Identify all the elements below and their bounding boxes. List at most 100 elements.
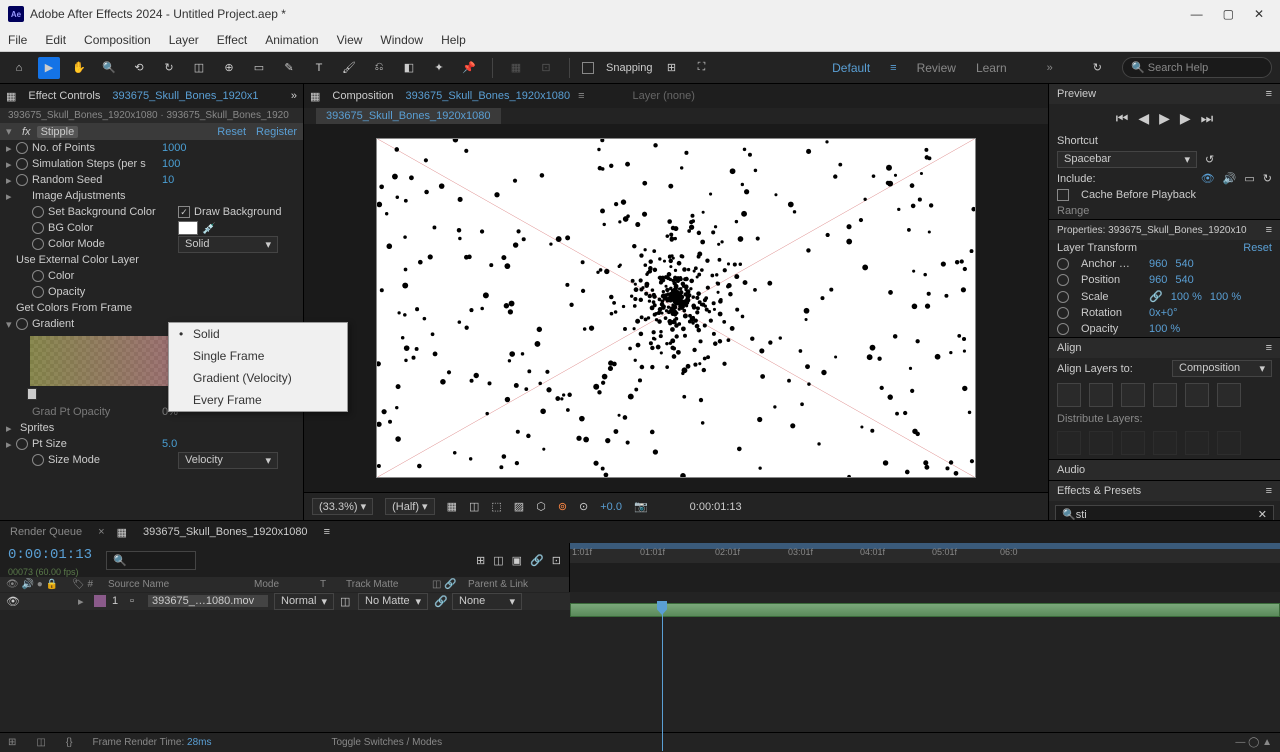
draw-bg-checkbox[interactable] <box>178 206 190 218</box>
color-mode-dropdown[interactable]: Solid▾ <box>178 236 278 253</box>
dropdown-item-gradient-velocity[interactable]: Gradient (Velocity) <box>169 367 347 389</box>
stopwatch-icon[interactable] <box>16 142 28 154</box>
stopwatch-icon[interactable] <box>32 206 44 218</box>
comp-subtab[interactable]: 393675_Skull_Bones_1920x1080 <box>316 108 501 124</box>
playhead[interactable] <box>662 601 663 751</box>
col-track-matte[interactable]: Track Matte <box>346 579 426 590</box>
selection-tool-icon[interactable]: ▶ <box>38 57 60 79</box>
layer-matte-dropdown[interactable]: No Matte▾ <box>358 593 428 610</box>
status-icon[interactable]: ⊞ <box>8 737 16 748</box>
menu-window[interactable]: Window <box>380 33 423 47</box>
video-icon[interactable]: 👁 <box>1201 172 1215 185</box>
grid-tool-icon[interactable]: ▦ <box>505 57 527 79</box>
align-center-v-button[interactable] <box>1185 383 1209 407</box>
effect-controls-comp-link[interactable]: 393675_Skull_Bones_1920x1 <box>112 90 258 102</box>
cache-checkbox[interactable] <box>1057 189 1069 201</box>
prop-pt-size-value[interactable]: 5.0 <box>162 438 177 450</box>
workspace-learn[interactable]: Learn <box>976 61 1007 75</box>
menu-composition[interactable]: Composition <box>84 33 151 47</box>
rotation-value[interactable]: 0x+0° <box>1149 307 1178 319</box>
stopwatch-icon[interactable] <box>1057 258 1069 270</box>
effect-controls-tab[interactable]: Effect Controls <box>24 88 104 104</box>
align-bottom-button[interactable] <box>1217 383 1241 407</box>
effects-search-input[interactable]: 🔍 ✕ <box>1055 505 1274 520</box>
timeline-opt-icon[interactable]: ▣ <box>512 554 522 567</box>
viewer-timecode[interactable]: 0:00:01:13 <box>690 501 742 513</box>
dropdown-item-solid[interactable]: Solid <box>169 323 347 345</box>
transparency-icon[interactable]: ▨ <box>514 500 524 513</box>
quality-dropdown[interactable]: (Half) ▾ <box>385 498 434 515</box>
composition-tab[interactable]: Composition <box>328 88 397 104</box>
hand-tool-icon[interactable]: ✋ <box>68 57 90 79</box>
timeline-opt-icon[interactable]: ◫ <box>493 554 503 567</box>
fx-icon[interactable]: fx <box>22 126 31 138</box>
first-frame-button[interactable]: ⏮ <box>1116 110 1129 127</box>
snap-expand-icon[interactable]: ⛶ <box>691 57 713 79</box>
stopwatch-icon[interactable] <box>16 438 28 450</box>
eye-icon[interactable]: 👁 <box>6 595 18 608</box>
align-to-dropdown[interactable]: Composition▾ <box>1172 360 1272 377</box>
bg-color-swatch[interactable] <box>178 221 198 235</box>
prop-no-points-value[interactable]: 1000 <box>162 142 186 154</box>
menu-help[interactable]: Help <box>441 33 466 47</box>
clear-search-icon[interactable]: ✕ <box>1258 508 1267 520</box>
anchor-x[interactable]: 960 <box>1149 258 1167 270</box>
stopwatch-icon[interactable] <box>1057 323 1069 335</box>
opacity-value[interactable]: 100 % <box>1149 323 1180 335</box>
pen-tool-icon[interactable]: ✎ <box>278 57 300 79</box>
shortcut-dropdown[interactable]: Spacebar▾ <box>1057 151 1197 168</box>
last-frame-button[interactable]: ⏭ <box>1201 110 1214 127</box>
menu-edit[interactable]: Edit <box>45 33 66 47</box>
eraser-tool-icon[interactable]: ◧ <box>398 57 420 79</box>
type-tool-icon[interactable]: T <box>308 57 330 79</box>
stopwatch-icon[interactable] <box>16 318 28 330</box>
align-center-h-button[interactable] <box>1089 383 1113 407</box>
col-parent-link[interactable]: Parent & Link <box>468 579 528 590</box>
stopwatch-icon[interactable] <box>32 222 44 234</box>
timeline-opt-icon[interactable]: ⊡ <box>552 554 561 567</box>
prop-random-seed-value[interactable]: 10 <box>162 174 174 186</box>
exposure-value[interactable]: +0.0 <box>600 501 622 513</box>
stopwatch-icon[interactable] <box>1057 274 1069 286</box>
toggle-switches-link[interactable]: Toggle Switches / Modes <box>331 737 442 748</box>
transform-reset-link[interactable]: Reset <box>1243 242 1272 254</box>
snap-tool-icon[interactable]: ⊡ <box>535 57 557 79</box>
size-mode-dropdown[interactable]: Velocity▾ <box>178 452 278 469</box>
footage-icon[interactable]: ▦ <box>310 90 320 103</box>
status-icon[interactable]: ◫ <box>36 737 45 748</box>
effect-register-link[interactable]: Register <box>256 126 297 138</box>
reset-icon[interactable]: ↺ <box>1205 153 1214 166</box>
composition-canvas[interactable] <box>376 138 976 478</box>
workspace-review[interactable]: Review <box>917 61 956 75</box>
layer-duration-bar[interactable] <box>570 603 1280 617</box>
link-icon[interactable]: 🔗 <box>1149 290 1163 303</box>
current-timecode[interactable]: 0:00:01:13 <box>0 543 100 567</box>
project-icon[interactable]: ▦ <box>6 90 16 103</box>
dropdown-item-single-frame[interactable]: Single Frame <box>169 345 347 367</box>
col-source-name[interactable]: Source Name <box>108 579 248 590</box>
clone-tool-icon[interactable]: ⎌ <box>368 57 390 79</box>
effect-twirl-icon[interactable]: ▾ <box>6 125 16 138</box>
effect-reset-link[interactable]: Reset <box>217 126 246 138</box>
stopwatch-icon[interactable] <box>32 270 44 282</box>
play-button[interactable]: ▶ <box>1159 110 1170 127</box>
stopwatch-icon[interactable] <box>16 174 28 186</box>
position-y[interactable]: 540 <box>1175 274 1193 286</box>
stopwatch-icon[interactable] <box>1057 307 1069 319</box>
zoom-dropdown[interactable]: (33.3%) ▾ <box>312 498 373 515</box>
puppet-tool-icon[interactable]: 📌 <box>458 57 480 79</box>
layer-name[interactable]: 393675_…1080.mov <box>148 595 268 607</box>
snap-options-icon[interactable]: ⊞ <box>661 57 683 79</box>
timeline-comp-tab[interactable]: 393675_Skull_Bones_1920x1080 <box>139 524 312 540</box>
rotate-tool-icon[interactable]: ↻ <box>158 57 180 79</box>
composition-name-link[interactable]: 393675_Skull_Bones_1920x1080 <box>406 90 571 102</box>
loop-icon[interactable]: ↻ <box>1263 172 1272 185</box>
next-frame-button[interactable]: ▶ <box>1180 110 1191 127</box>
menu-layer[interactable]: Layer <box>169 33 199 47</box>
anchor-y[interactable]: 540 <box>1175 258 1193 270</box>
3d-icon[interactable]: ⬡ <box>536 500 546 513</box>
menu-effect[interactable]: Effect <box>217 33 247 47</box>
menu-animation[interactable]: Animation <box>265 33 318 47</box>
timeline-ruler[interactable]: 1:01f 01:01f 02:01f 03:01f 04:01f 05:01f… <box>570 543 1280 563</box>
rectangle-tool-icon[interactable]: ▭ <box>248 57 270 79</box>
